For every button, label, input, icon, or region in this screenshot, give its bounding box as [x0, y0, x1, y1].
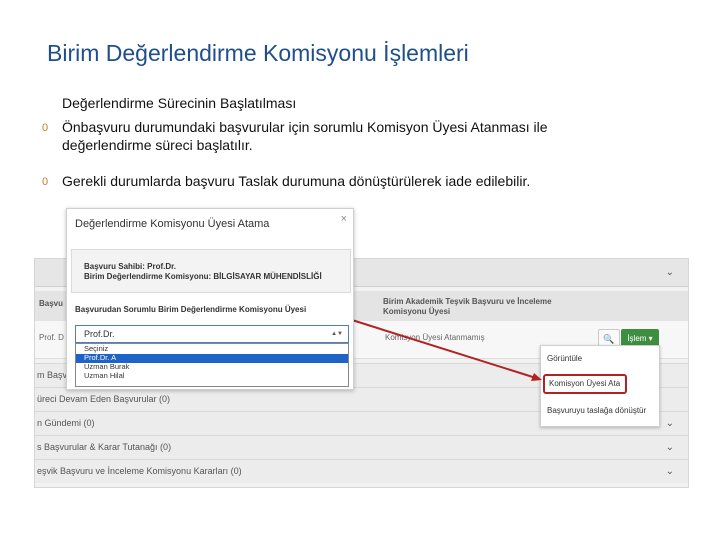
accordion-label: s Başvurular & Karar Tutanağı (0)	[37, 442, 172, 452]
menu-item-assign-member[interactable]: Komisyon Üyesi Ata	[543, 374, 627, 394]
search-icon: 🔍	[603, 334, 615, 344]
chevron-down-icon[interactable]: ⌄	[666, 418, 674, 429]
option-item[interactable]: Uzman Hilal	[76, 371, 348, 381]
accordion-label: n Gündemi (0)	[37, 418, 95, 428]
menu-item-view[interactable]: Görüntüle	[547, 354, 582, 363]
accordion-5[interactable]: eşvik Başvuru ve İnceleme Komisyonu Kara…	[35, 459, 688, 483]
chevron-down-icon: ▲▼	[331, 331, 343, 337]
close-icon[interactable]: ×	[341, 213, 347, 225]
row-status: Komisyon Üyesi Atanmamış	[385, 333, 485, 342]
slide-title: Birim Değerlendirme Komisyonu İşlemleri	[47, 40, 469, 66]
accordion-4[interactable]: s Başvurular & Karar Tutanağı (0) ⌄	[35, 435, 688, 459]
subhead: Değerlendirme Sürecinin Başlatılması	[62, 95, 297, 111]
action-dropdown: Görüntüle Komisyon Üyesi Ata Başvuruyu t…	[540, 345, 660, 427]
applicant-line: Başvuru Sahibi: Prof.Dr.	[84, 262, 177, 271]
chevron-down-icon[interactable]: ⌄	[666, 466, 674, 477]
modal-title: Değerlendirme Komisyonu Üyesi Atama	[75, 218, 270, 230]
bullet-2: 0 Gerekli durumlarda başvuru Taslak duru…	[42, 172, 602, 190]
accordion-label: eşvik Başvuru ve İnceleme Komisyonu Kara…	[37, 466, 242, 476]
bullet-text: Gerekli durumlarda başvuru Taslak durumu…	[62, 173, 531, 189]
bullet-number: 0	[42, 122, 49, 134]
select-options: Seçiniz Prof.Dr. A Uzman Burak Uzman Hil…	[75, 343, 349, 387]
chevron-down-icon[interactable]: ⌄	[666, 442, 674, 453]
table-header-right: Birim Akademik Teşvik Başvuru ve İncelem…	[383, 297, 552, 316]
accordion-label: üreci Devam Eden Başvurular (0)	[37, 394, 171, 404]
table-header-left: Başvu	[39, 299, 64, 308]
info-box: Başvuru Sahibi: Prof.Dr. Birim Değerlend…	[71, 249, 351, 293]
member-select[interactable]: Prof.Dr. ▲▼	[75, 325, 349, 343]
field-label: Başvurudan Sorumlu Birim Değerlendirme K…	[75, 305, 307, 314]
commission-line: Birim Değerlendirme Komisyonu: BİLGİSAYA…	[84, 272, 322, 281]
option-item[interactable]: Seçiniz	[76, 344, 348, 354]
row-applicant: Prof. D	[39, 333, 64, 342]
bullet-1: 0 Önbaşvuru durumundaki başvurular için …	[42, 118, 602, 154]
menu-item-convert-draft[interactable]: Başvuruyu taslağa dönüştür	[547, 406, 646, 415]
bullet-text: Önbaşvuru durumundaki başvurular için so…	[62, 119, 548, 153]
assign-modal: Değerlendirme Komisyonu Üyesi Atama × Ba…	[66, 208, 354, 390]
chevron-down-icon[interactable]: ⌄	[666, 267, 674, 278]
select-value: Prof.Dr.	[84, 329, 115, 339]
bullet-number: 0	[42, 176, 49, 188]
